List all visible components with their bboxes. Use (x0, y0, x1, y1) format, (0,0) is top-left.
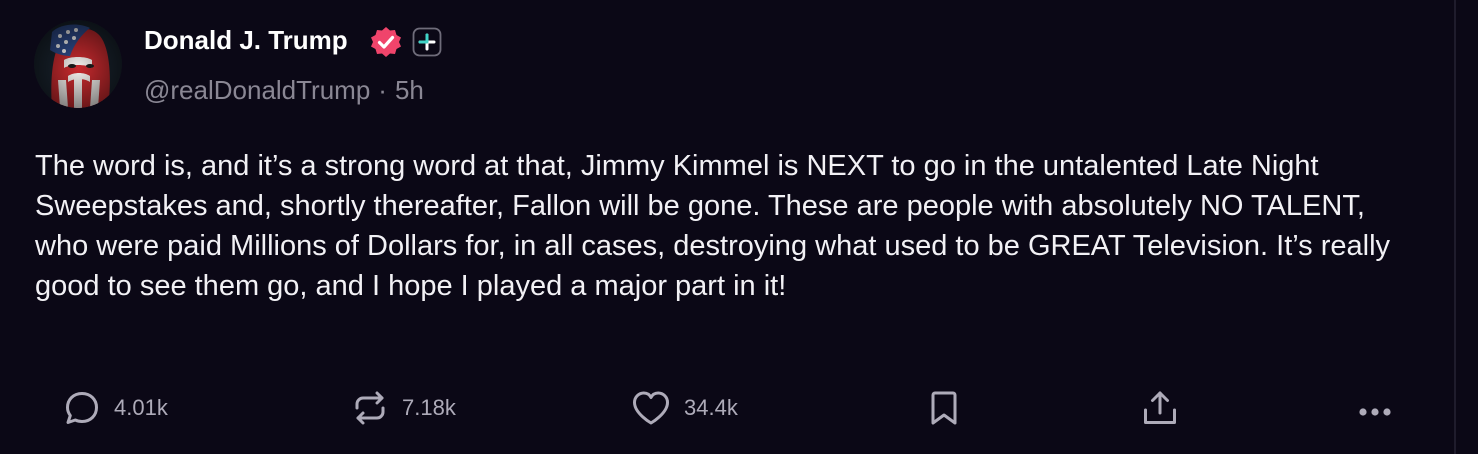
author-handle[interactable]: @realDonaldTrump (144, 75, 370, 105)
share-icon (1144, 391, 1176, 424)
author-meta: @realDonaldTrump · 5h (144, 72, 424, 108)
reply-icon (66, 392, 98, 424)
avatar[interactable] (34, 20, 122, 108)
action-bar: 4.01k 7.18k 34.4k (0, 384, 1454, 432)
post-card: Donald J. Trump @realDonaldTrump · 5h The … (0, 0, 1454, 454)
repost-icon (355, 391, 385, 425)
plus-badge-icon (412, 27, 442, 57)
share-button[interactable] (1140, 384, 1180, 432)
verified-badge-icon (371, 27, 401, 57)
post-body: The word is, and it’s a strong word at t… (35, 150, 1391, 302)
author-display-name[interactable]: Donald J. Trump (144, 22, 348, 58)
bookmark-icon (931, 391, 957, 425)
post-timestamp[interactable]: 5h (395, 75, 424, 105)
frame-divider (1454, 0, 1456, 454)
more-options-button[interactable] (1354, 384, 1396, 432)
like-count: 34.4k (684, 395, 738, 420)
flag-portrait-avatar-icon (34, 20, 122, 108)
reply-button[interactable]: 4.01k (62, 384, 168, 432)
bookmark-button[interactable] (924, 384, 964, 432)
more-icon (1359, 408, 1391, 416)
heart-icon (633, 391, 669, 425)
like-button[interactable]: 34.4k (630, 384, 738, 432)
meta-separator: · (378, 75, 387, 105)
reply-count: 4.01k (114, 395, 168, 420)
repost-button[interactable]: 7.18k (350, 384, 456, 432)
repost-count: 7.18k (402, 395, 456, 420)
